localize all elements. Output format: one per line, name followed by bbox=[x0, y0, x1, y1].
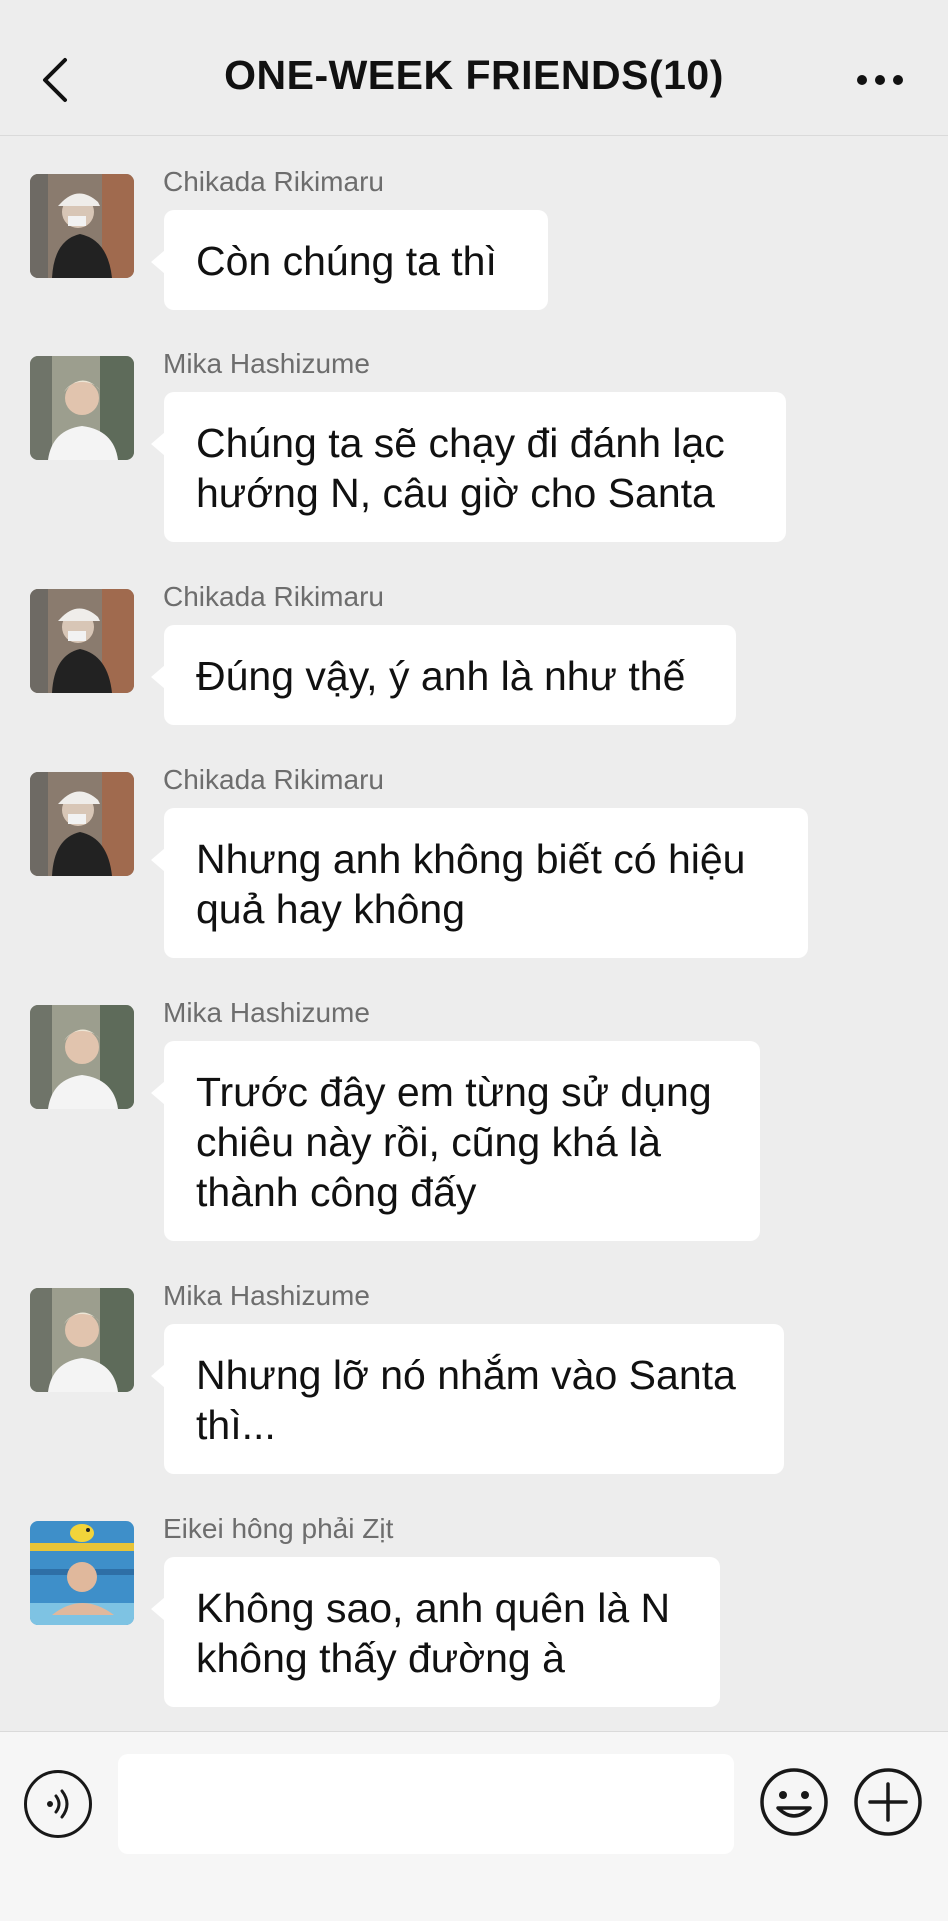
message-input[interactable] bbox=[118, 1754, 734, 1854]
message-text: Nhưng anh không biết có hiệu quả hay khô… bbox=[196, 836, 746, 932]
message-text: Nhưng lỡ nó nhắm vào Santa thì... bbox=[196, 1352, 736, 1448]
message-bubble[interactable]: Còn chúng ta thì bbox=[151, 210, 548, 310]
message-text: Trước đây em từng sử dụng chiêu này rồi,… bbox=[196, 1069, 712, 1215]
message-text: Không sao, anh quên là N không thấy đườn… bbox=[196, 1585, 671, 1681]
message-bubble[interactable]: Nhưng anh không biết có hiệu quả hay khô… bbox=[151, 808, 808, 958]
voice-button[interactable] bbox=[24, 1770, 92, 1838]
message-bubble[interactable]: Đúng vậy, ý anh là như thế bbox=[151, 625, 736, 725]
more-dots-icon bbox=[857, 75, 903, 85]
avatar-mika[interactable] bbox=[30, 1288, 134, 1392]
avatar-chikada[interactable] bbox=[30, 772, 134, 876]
message-text: Còn chúng ta thì bbox=[196, 238, 497, 284]
chat-title: ONE-WEEK FRIENDS(10) bbox=[224, 52, 724, 98]
message-bubble[interactable]: Trước đây em từng sử dụng chiêu này rồi,… bbox=[151, 1041, 760, 1241]
avatar-chikada[interactable] bbox=[30, 174, 134, 278]
message-bubble[interactable]: Không sao, anh quên là N không thấy đườn… bbox=[151, 1557, 720, 1707]
voice-icon bbox=[47, 1789, 69, 1819]
sender-name: Chikada Rikimaru bbox=[163, 581, 384, 612]
sender-name: Mika Hashizume bbox=[163, 348, 370, 379]
message-text: Chúng ta sẽ chạy đi đánh lạc hướng N, câ… bbox=[196, 420, 725, 516]
avatar-eikei[interactable] bbox=[30, 1521, 134, 1625]
sender-name: Eikei hông phải Zịt bbox=[163, 1513, 394, 1544]
sender-name: Chikada Rikimaru bbox=[163, 764, 384, 795]
message-bubble[interactable]: Nhưng lỡ nó nhắm vào Santa thì... bbox=[151, 1324, 784, 1474]
more-button[interactable] bbox=[850, 60, 910, 100]
message-list: Chikada Rikimaru Còn chúng ta thì Mika H… bbox=[0, 136, 948, 1731]
sender-name: Chikada Rikimaru bbox=[163, 166, 384, 197]
avatar-mika[interactable] bbox=[30, 356, 134, 460]
message-bubble[interactable]: Chúng ta sẽ chạy đi đánh lạc hướng N, câ… bbox=[151, 392, 786, 542]
plus-icon bbox=[854, 1768, 922, 1836]
emoji-button[interactable] bbox=[758, 1766, 830, 1838]
sender-name: Mika Hashizume bbox=[163, 1280, 370, 1311]
plus-button[interactable] bbox=[852, 1766, 924, 1838]
input-bar bbox=[0, 1731, 948, 1921]
avatar-mika[interactable] bbox=[30, 1005, 134, 1109]
message-text: Đúng vậy, ý anh là như thế bbox=[196, 653, 686, 699]
avatar-chikada[interactable] bbox=[30, 589, 134, 693]
chat-header: ONE-WEEK FRIENDS(10) bbox=[0, 0, 948, 136]
sender-name: Mika Hashizume bbox=[163, 997, 370, 1028]
emoji-icon bbox=[760, 1768, 828, 1836]
